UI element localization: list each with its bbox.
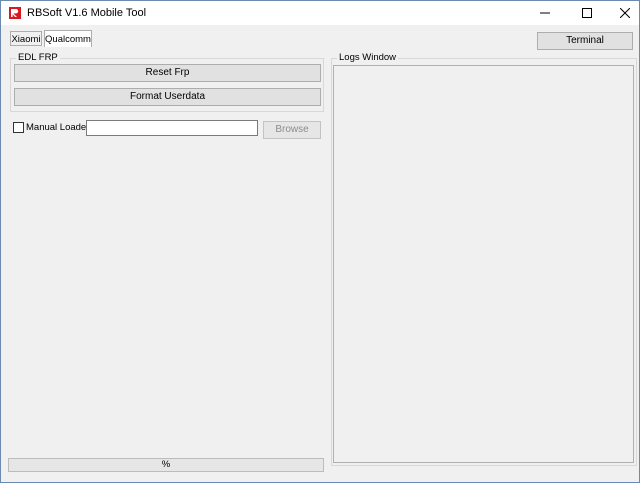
format-userdata-button[interactable]: Format Userdata <box>14 88 321 106</box>
close-icon <box>620 8 630 18</box>
progress-bar: % <box>8 458 324 472</box>
terminal-button[interactable]: Terminal <box>537 32 633 50</box>
manual-loader-label: Manual Loader <box>26 122 90 133</box>
close-button[interactable] <box>605 1 640 25</box>
reset-frp-button[interactable]: Reset Frp <box>14 64 321 82</box>
progress-text: % <box>161 459 171 470</box>
edl-frp-group-title: EDL FRP <box>16 52 60 64</box>
maximize-icon <box>582 8 592 18</box>
minimize-button[interactable] <box>525 1 565 25</box>
minimize-icon <box>540 12 550 14</box>
title-bar[interactable]: RBSoft V1.6 Mobile Tool <box>1 1 639 25</box>
logs-window[interactable] <box>333 65 634 463</box>
manual-loader-checkbox[interactable] <box>13 122 24 133</box>
tab-qualcomm[interactable]: Qualcomm <box>44 30 92 47</box>
loader-path-input[interactable] <box>86 120 258 136</box>
maximize-button[interactable] <box>567 1 607 25</box>
browse-button[interactable]: Browse <box>263 121 321 139</box>
window-title: RBSoft V1.6 Mobile Tool <box>27 7 147 19</box>
tab-xiaomi[interactable]: Xiaomi <box>10 31 42 46</box>
logs-group-title: Logs Window <box>337 52 399 64</box>
rbsoft-logo-icon <box>9 7 21 19</box>
